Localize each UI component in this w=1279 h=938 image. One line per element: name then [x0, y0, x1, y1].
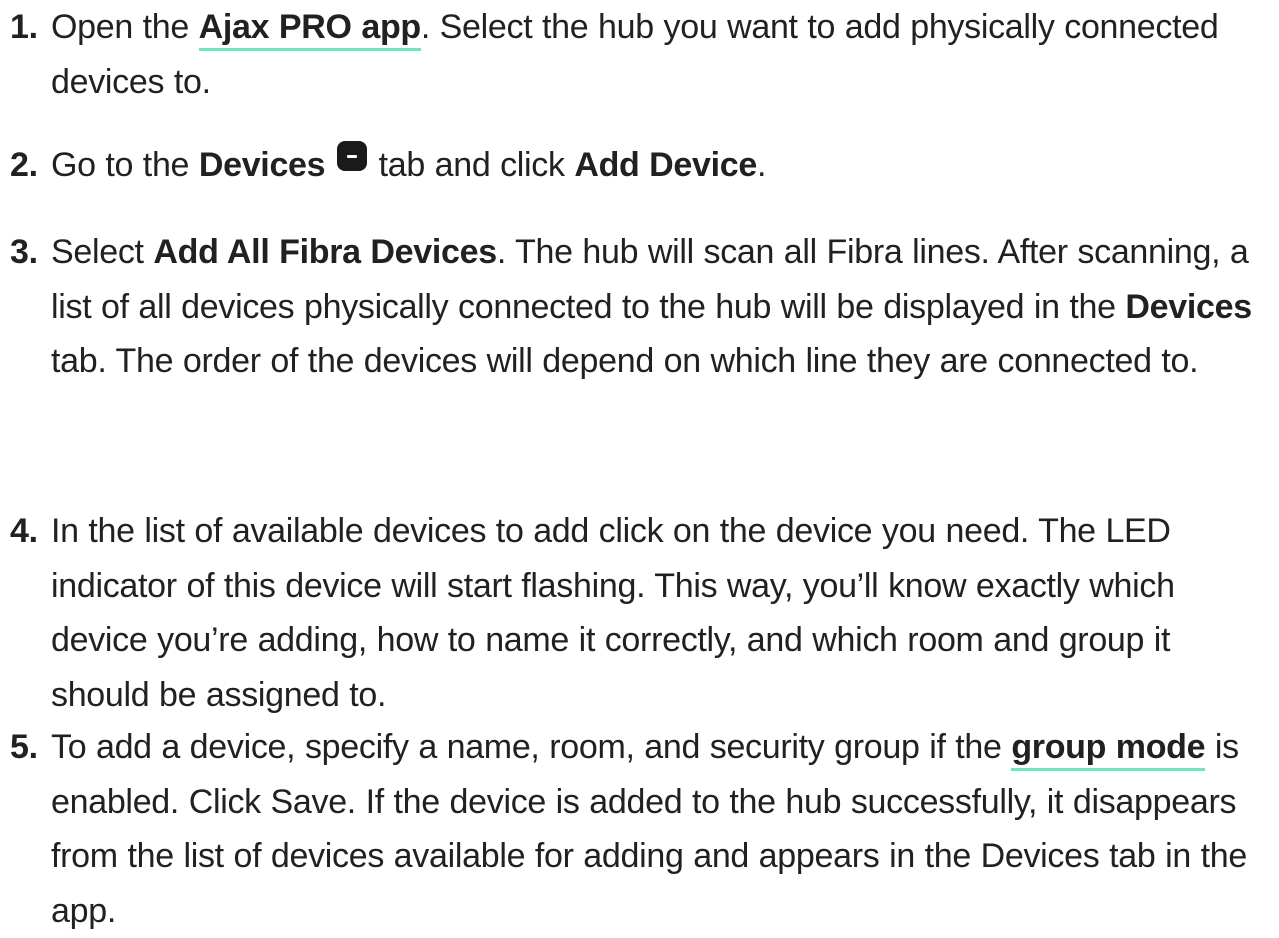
step-text: tab and click — [368, 146, 575, 184]
step-number: 5. — [10, 728, 38, 766]
step-2: 2. Go to the Devices tab and click Add De… — [10, 138, 1272, 193]
step-number: 1. — [10, 8, 38, 46]
step-text: Go to the — [51, 146, 199, 184]
add-all-fibra-devices-label: Add All Fibra Devices — [153, 233, 497, 271]
step-text: Open the — [51, 8, 199, 46]
step-text: tab. The order of the devices will depen… — [51, 342, 1199, 380]
step-5: 5. To add a device, specify a name, room,… — [10, 720, 1272, 938]
step-4: 4. In the list of available devices to ad… — [10, 504, 1272, 722]
devices-label: Devices — [1125, 287, 1252, 326]
devices-tab-icon — [336, 141, 367, 171]
add-device-label: Add Device — [574, 146, 758, 184]
step-3: 3. Select Add All Fibra Devices. The hub … — [10, 225, 1272, 389]
step-text: . — [757, 146, 767, 184]
step-text: Select — [51, 233, 154, 271]
group-mode-link[interactable]: group mode — [1011, 728, 1206, 771]
step-number: 4. — [10, 512, 38, 550]
step-number: 3. — [10, 233, 38, 271]
ajax-pro-app-link[interactable]: Ajax PRO app — [198, 8, 421, 51]
step-text: In the list of available devices to add … — [51, 512, 1175, 714]
step-1: 1. Open the Ajax PRO app. Select the hub … — [10, 0, 1272, 109]
step-text: To add a device, specify a name, room, a… — [51, 728, 1012, 766]
step-number: 2. — [10, 146, 38, 184]
devices-label: Devices — [198, 146, 326, 184]
